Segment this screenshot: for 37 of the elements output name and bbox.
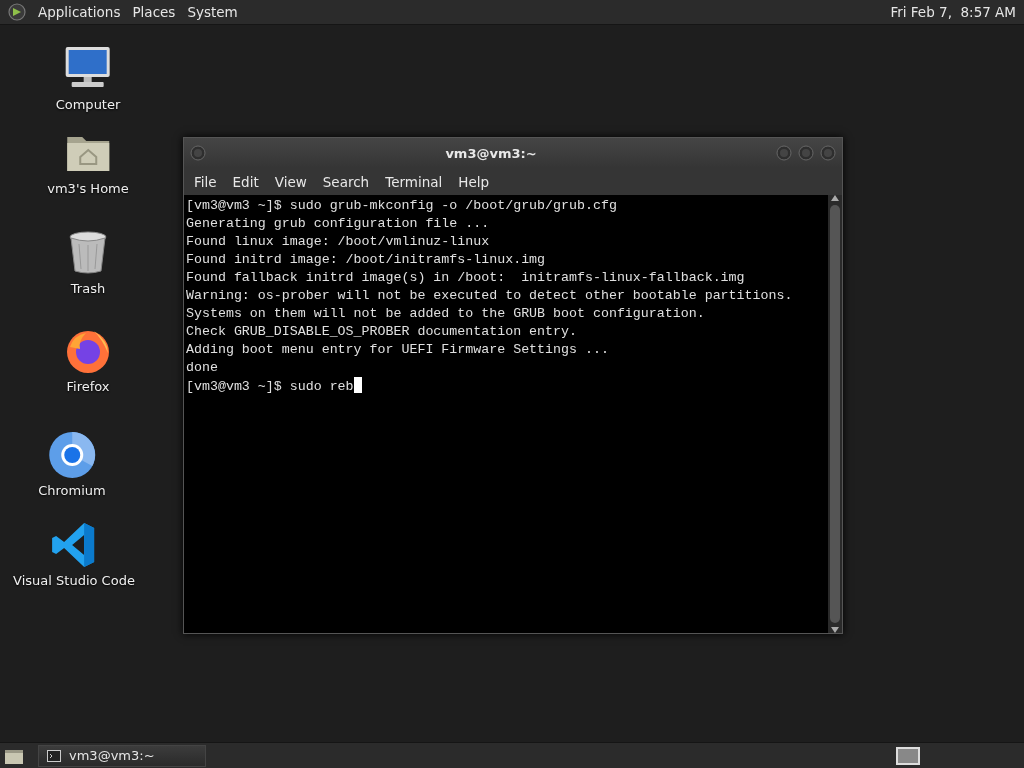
terminal-line: Found fallback initrd image(s) in /boot: initramfs-linux-fallback.img	[186, 269, 746, 287]
workspace-switcher[interactable]	[896, 746, 920, 765]
terminal-line: Found linux image: /boot/vmlinuz-linux	[186, 233, 491, 251]
terminal-line: [vm3@vm3 ~]$ sudo reb	[186, 379, 354, 394]
panel-menu[interactable]: System	[187, 4, 238, 20]
terminal-line: Found initrd image: /boot/initramfs-linux.img	[186, 251, 547, 269]
terminal-line: Check GRUB_DISABLE_OS_PROBER documentation entry.	[186, 323, 578, 341]
icon-label[interactable]: Computer	[55, 97, 121, 112]
terminal-line: Adding boot menu entry for UEFI Firmware Settings ...	[186, 341, 610, 359]
icon-label[interactable]: Trash	[70, 281, 106, 296]
scroll-up-arrow-icon[interactable]	[831, 195, 839, 201]
menu-item[interactable]: Terminal	[379, 171, 449, 192]
icon-label[interactable]: Firefox	[66, 379, 110, 394]
menu-item[interactable]: Search	[316, 171, 376, 192]
icon-label[interactable]: vm3's Home	[47, 181, 129, 196]
terminal-icon	[47, 749, 61, 762]
panel-menu[interactable]: Applications	[38, 4, 121, 20]
terminal-line: Systems on them will not be added to the GRUB boot configuration.	[186, 305, 706, 323]
terminal-line: [vm3@vm3 ~]$ sudo grub-mkconfig -o /boot/grub/grub.cfg	[186, 197, 618, 215]
icon-label[interactable]: Visual Studio Code	[13, 573, 135, 588]
menu-item[interactable]: Help	[452, 171, 496, 192]
scroll-down-arrow-icon[interactable]	[831, 627, 839, 633]
window-title: vm3@vm3:~	[444, 145, 538, 161]
menu-logo-icon[interactable]	[8, 3, 26, 21]
icon-label[interactable]: Chromium	[38, 483, 106, 498]
menu-item[interactable]: File	[188, 171, 223, 192]
menu-item[interactable]: View	[268, 171, 313, 192]
panel-menu[interactable]: Places	[132, 4, 176, 20]
text-cursor	[353, 377, 362, 393]
terminal-line: Warning: os-prober will not be executed to detect other bootable partitions.	[186, 287, 794, 305]
taskbar-button[interactable]: vm3@vm3:~	[38, 744, 206, 767]
clock[interactable]: Fri Feb 7, 8:57 AM	[890, 4, 1016, 20]
browser-circle-icon[interactable]	[48, 431, 96, 479]
menu-item[interactable]: Edit	[226, 171, 265, 192]
terminal-line: done	[186, 359, 219, 377]
terminal-line: Generating grub configuration file ...	[186, 215, 491, 233]
scrollbar[interactable]	[828, 195, 842, 633]
